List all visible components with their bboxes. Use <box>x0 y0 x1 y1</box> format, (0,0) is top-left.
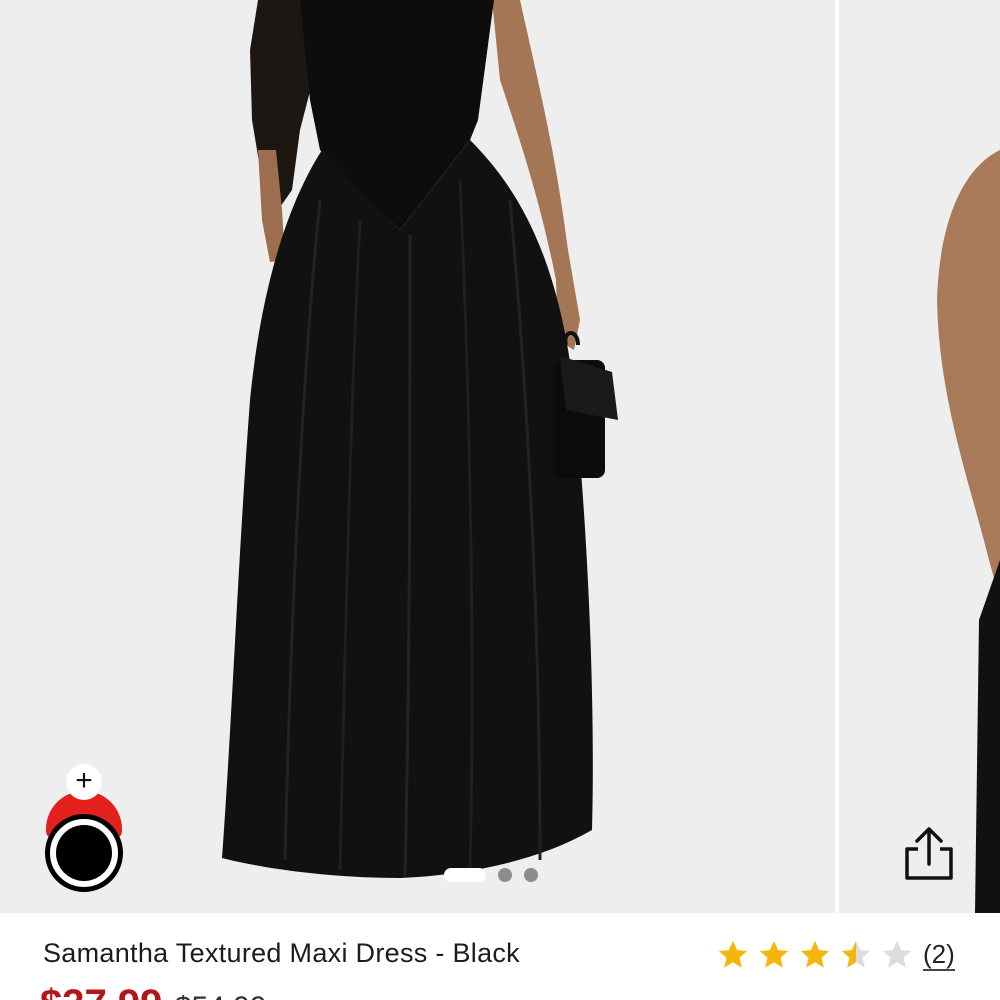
star-filled-icon <box>759 940 789 968</box>
product-image-gallery[interactable]: + <box>0 0 1000 913</box>
pagination-dot[interactable] <box>498 868 512 882</box>
review-count-link[interactable]: (2) <box>923 939 955 971</box>
product-rating[interactable]: (2) <box>716 934 955 976</box>
color-swatch[interactable]: + <box>44 764 124 894</box>
star-half-icon <box>841 940 871 968</box>
share-icon[interactable] <box>898 824 960 884</box>
product-title: Samantha Textured Maxi Dress - Black <box>43 938 520 968</box>
next-photo <box>937 150 1000 913</box>
star-filled-icon <box>800 940 830 968</box>
pagination-dot[interactable] <box>524 868 538 882</box>
pagination-dot-active[interactable] <box>444 868 486 882</box>
color-swatch-black[interactable] <box>45 814 123 892</box>
star-filled-icon <box>718 940 748 968</box>
carousel-pagination <box>444 867 538 883</box>
sale-price: $37.99 <box>40 982 162 1000</box>
star-empty-icon <box>882 940 912 968</box>
color-dot <box>56 825 112 881</box>
dress-photo <box>222 0 618 878</box>
original-price: $54.99 <box>175 991 267 1000</box>
add-icon[interactable]: + <box>66 764 102 800</box>
product-image-next[interactable] <box>839 0 1000 913</box>
price-row: $37.99 $54.99 <box>40 982 267 1000</box>
product-image-main[interactable]: + <box>0 0 835 913</box>
